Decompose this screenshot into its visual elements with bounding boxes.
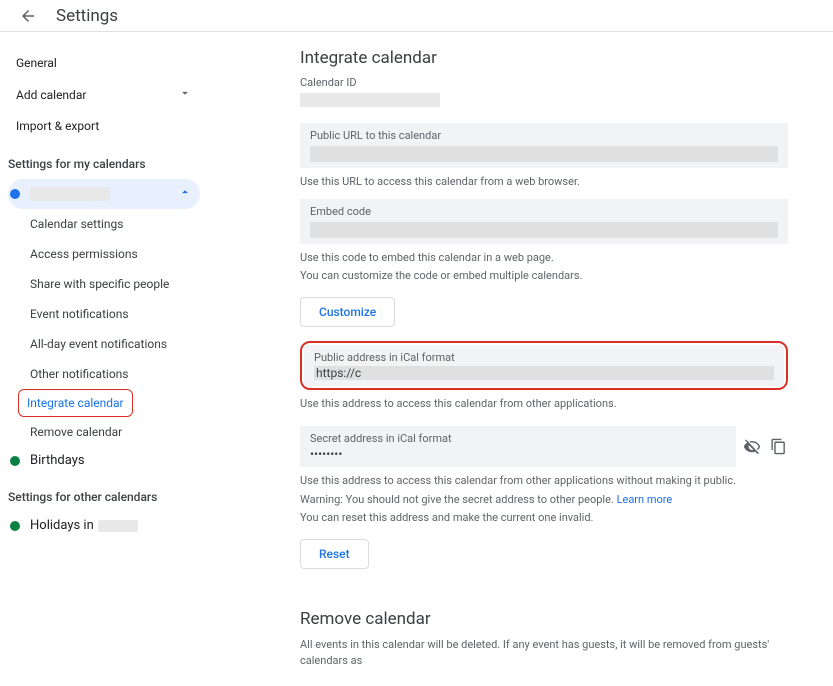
chevron-up-icon [178,185,192,203]
copy-icon[interactable] [768,437,788,457]
sub-other-notifications[interactable]: Other notifications [20,359,200,389]
remove-help: All events in this calendar will be dele… [300,637,788,670]
embed-code-field[interactable]: Embed code [300,199,788,244]
calendar-row-birthdays[interactable]: Birthdays [8,447,200,474]
embed-code-value [310,222,778,238]
main-content: Integrate calendar Calendar ID Public UR… [200,32,820,686]
sub-share[interactable]: Share with specific people [20,269,200,299]
calendar-id-label: Calendar ID [300,76,788,89]
calendar-row-holidays[interactable]: Holidays in [8,512,200,539]
calendar-dot-icon [10,189,20,199]
ical-public-field[interactable]: Public address in iCal format https://c [304,345,784,386]
ical-secret-label: Secret address in iCal format [310,432,726,445]
calendar-row-primary[interactable] [8,179,200,209]
sub-integrate-calendar[interactable]: Integrate calendar [18,389,133,417]
nav-add-calendar[interactable]: Add calendar [8,78,200,111]
ical-secret-help-2: Warning: You should not give the secret … [300,492,788,509]
public-url-label: Public URL to this calendar [310,129,778,142]
public-url-value [310,146,778,162]
sub-event-notifications[interactable]: Event notifications [20,299,200,329]
ical-secret-warning: Warning: You should not give the secret … [300,493,617,506]
nav-add-calendar-label: Add calendar [16,88,86,102]
ical-secret-value: •••••••• [310,447,726,461]
ical-secret-help-3: You can reset this address and make the … [300,510,788,527]
embed-help-2: You can customize the code or embed mult… [300,268,788,285]
ical-public-help: Use this address to access this calendar… [300,396,788,413]
nav-general[interactable]: General [8,48,200,78]
reset-button[interactable]: Reset [300,539,369,569]
sub-access-permissions[interactable]: Access permissions [20,239,200,269]
back-button[interactable] [16,4,40,28]
sidebar: General Add calendar Import & export Set… [0,32,200,686]
embed-code-label: Embed code [310,205,778,218]
sub-calendar-settings[interactable]: Calendar settings [20,209,200,239]
calendar-birthdays-label: Birthdays [30,453,85,468]
public-url-help: Use this URL to access this calendar fro… [300,174,788,191]
ical-public-label: Public address in iCal format [314,351,774,364]
calendar-holidays-label: Holidays in [30,518,94,533]
section-other-calendars: Settings for other calendars [8,474,200,512]
nav-import-export[interactable]: Import & export [8,111,200,141]
ical-public-value: https://c [314,366,774,380]
ical-public-highlighted: Public address in iCal format https://c [300,341,788,390]
embed-help-1: Use this code to embed this calendar in … [300,250,788,267]
calendar-sub-items: Calendar settings Access permissions Sha… [20,209,200,447]
calendar-id-value [300,93,440,107]
calendar-name-redacted [30,187,110,201]
sub-remove-calendar[interactable]: Remove calendar [20,417,200,447]
page-title: Settings [56,6,118,26]
visibility-off-icon[interactable] [742,437,762,457]
calendar-holidays-region-redacted [98,520,138,532]
remove-title: Remove calendar [300,609,788,629]
section-my-calendars: Settings for my calendars [8,141,200,179]
customize-button[interactable]: Customize [300,297,395,327]
integrate-title: Integrate calendar [300,48,788,68]
learn-more-link[interactable]: Learn more [617,493,673,506]
calendar-dot-icon [10,456,20,466]
public-url-field[interactable]: Public URL to this calendar [300,123,788,168]
calendar-dot-icon [10,521,20,531]
sub-allday-notifications[interactable]: All-day event notifications [20,329,200,359]
ical-secret-help-1: Use this address to access this calendar… [300,473,788,490]
chevron-down-icon [178,86,192,103]
ical-secret-field[interactable]: Secret address in iCal format •••••••• [300,426,736,467]
